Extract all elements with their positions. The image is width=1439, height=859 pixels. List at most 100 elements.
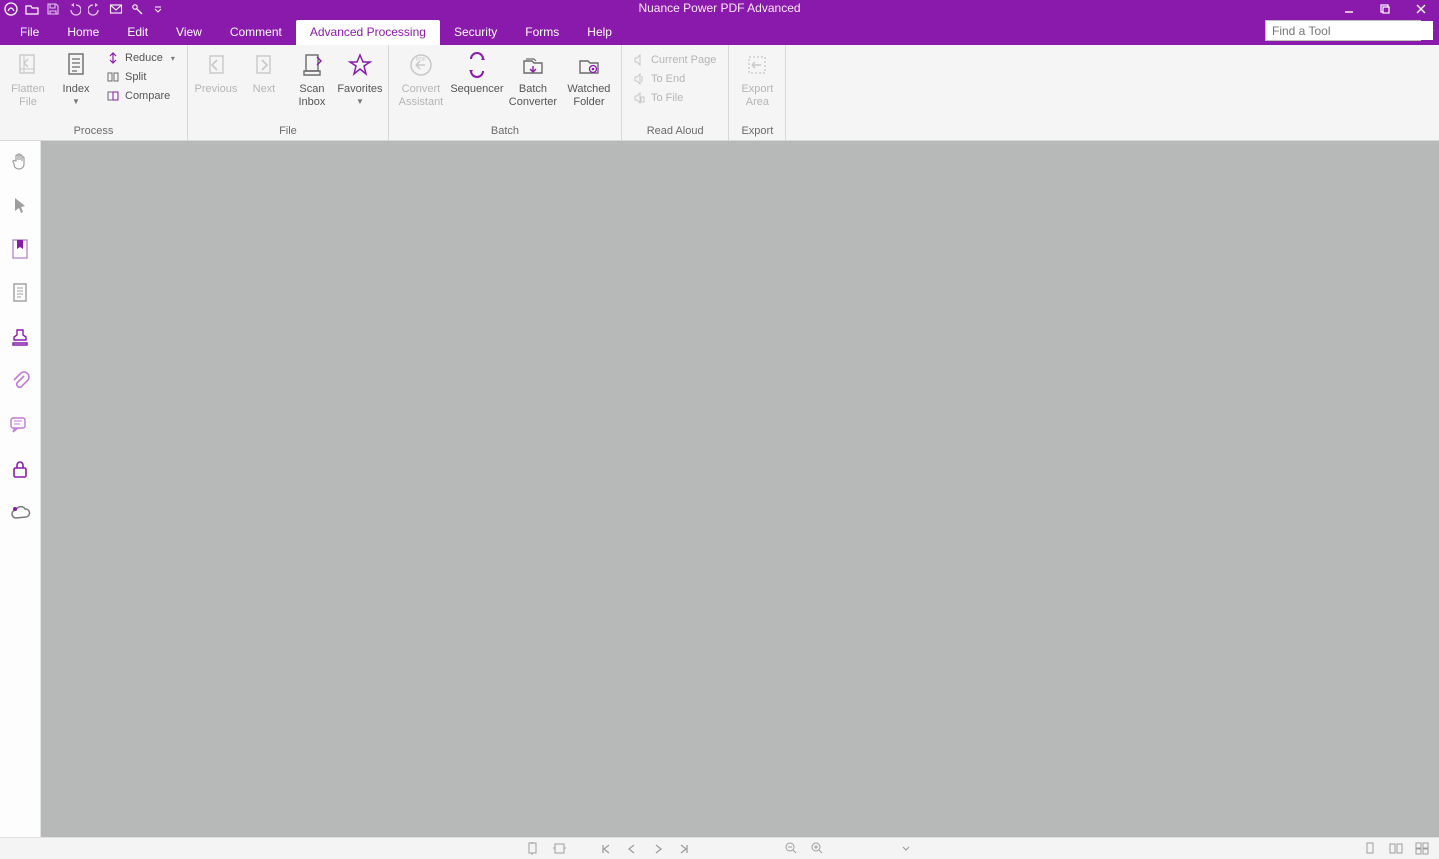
zoom-dropdown-icon[interactable] bbox=[899, 842, 913, 856]
quick-access-toolbar bbox=[0, 2, 165, 16]
minimize-button[interactable] bbox=[1331, 0, 1367, 18]
attachments-panel-icon[interactable] bbox=[8, 369, 32, 393]
group-label: Read Aloud bbox=[626, 123, 724, 140]
tab-view[interactable]: View bbox=[162, 20, 216, 45]
first-page-icon[interactable] bbox=[599, 842, 613, 856]
last-page-icon[interactable] bbox=[677, 842, 691, 856]
tab-security[interactable]: Security bbox=[440, 20, 511, 45]
work-area bbox=[0, 141, 1439, 837]
chevron-down-icon: ▼ bbox=[72, 97, 80, 106]
batch-converter-icon bbox=[517, 49, 549, 81]
tab-edit[interactable]: Edit bbox=[113, 20, 162, 45]
compare-icon bbox=[106, 89, 120, 103]
group-read-aloud: Current Page To End To File Read Aloud bbox=[622, 45, 729, 140]
stamp-panel-icon[interactable] bbox=[8, 325, 32, 349]
group-label: Export bbox=[733, 123, 781, 140]
convert-assistant-button[interactable]: PDF Convert Assistant bbox=[393, 47, 449, 109]
flatten-file-button[interactable]: Flatten File bbox=[4, 47, 52, 109]
continuous-view-icon[interactable] bbox=[1389, 842, 1403, 856]
close-button[interactable] bbox=[1403, 0, 1439, 18]
watched-folder-button[interactable]: Watched Folder bbox=[561, 47, 617, 109]
next-button[interactable]: Next bbox=[240, 47, 288, 96]
tab-forms[interactable]: Forms bbox=[511, 20, 573, 45]
document-canvas bbox=[41, 141, 1439, 837]
export-area-icon bbox=[741, 49, 773, 81]
app-title: Nuance Power PDF Advanced bbox=[638, 1, 800, 15]
save-icon[interactable] bbox=[46, 2, 60, 16]
security-panel-icon[interactable] bbox=[8, 457, 32, 481]
favorites-icon bbox=[344, 49, 376, 81]
pages-panel-icon[interactable] bbox=[8, 281, 32, 305]
zoom-in-icon[interactable] bbox=[811, 842, 825, 856]
favorites-button[interactable]: Favorites ▼ bbox=[336, 47, 384, 106]
convert-assistant-icon: PDF bbox=[405, 49, 437, 81]
collapse-ribbon-icon[interactable] bbox=[1423, 22, 1437, 36]
left-toolbar bbox=[0, 141, 41, 837]
ribbon: Flatten File Index ▼ Reduce ▾ Split bbox=[0, 45, 1439, 141]
batch-converter-button[interactable]: Batch Converter bbox=[505, 47, 561, 109]
watched-folder-icon bbox=[573, 49, 605, 81]
comments-panel-icon[interactable] bbox=[8, 413, 32, 437]
redo-icon[interactable] bbox=[88, 2, 102, 16]
open-icon[interactable] bbox=[25, 2, 39, 16]
current-page-button[interactable]: Current Page bbox=[628, 52, 720, 68]
cloud-panel-icon[interactable] bbox=[8, 501, 32, 525]
facing-view-icon[interactable] bbox=[1415, 842, 1429, 856]
group-batch: PDF Convert Assistant Sequencer Batch Co… bbox=[389, 45, 622, 140]
split-button[interactable]: Split bbox=[102, 69, 179, 85]
scan-inbox-button[interactable]: Scan Inbox bbox=[288, 47, 336, 109]
mail-icon[interactable] bbox=[109, 2, 123, 16]
group-file: Previous Next Scan Inbox Favorites ▼ Fil… bbox=[188, 45, 389, 140]
speak-end-icon bbox=[632, 72, 646, 86]
find-tool-box bbox=[1265, 20, 1421, 41]
svg-text:PDF: PDF bbox=[416, 57, 426, 63]
chevron-down-icon: ▼ bbox=[356, 97, 364, 106]
maximize-button[interactable] bbox=[1367, 0, 1403, 18]
app-logo-icon bbox=[4, 2, 18, 16]
tab-file[interactable]: File bbox=[6, 20, 53, 45]
zoom-out-icon[interactable] bbox=[785, 842, 799, 856]
to-end-button[interactable]: To End bbox=[628, 71, 720, 87]
scan-inbox-icon bbox=[296, 49, 328, 81]
split-icon bbox=[106, 70, 120, 84]
tool-icon[interactable] bbox=[130, 2, 144, 16]
speak-file-icon bbox=[632, 91, 646, 105]
titlebar: Nuance Power PDF Advanced bbox=[0, 0, 1439, 18]
tab-home[interactable]: Home bbox=[53, 20, 113, 45]
next-page-icon[interactable] bbox=[651, 842, 665, 856]
tabs-row: File Home Edit View Comment Advanced Pro… bbox=[0, 18, 1439, 45]
select-arrow-icon[interactable] bbox=[8, 193, 32, 217]
fit-width-icon[interactable] bbox=[553, 842, 567, 856]
group-process: Flatten File Index ▼ Reduce ▾ Split bbox=[0, 45, 188, 140]
tab-advanced-processing[interactable]: Advanced Processing bbox=[296, 20, 440, 45]
previous-button[interactable]: Previous bbox=[192, 47, 240, 96]
compare-button[interactable]: Compare bbox=[102, 88, 179, 104]
qat-dropdown-icon[interactable] bbox=[151, 2, 165, 16]
group-label: Batch bbox=[393, 123, 617, 140]
tab-comment[interactable]: Comment bbox=[216, 20, 296, 45]
ribbon-tabs: File Home Edit View Comment Advanced Pro… bbox=[0, 20, 626, 45]
next-doc-icon bbox=[248, 49, 280, 81]
reduce-button[interactable]: Reduce ▾ bbox=[102, 50, 179, 66]
bookmarks-panel-icon[interactable] bbox=[8, 237, 32, 261]
flatten-icon bbox=[12, 49, 44, 81]
find-tool-input[interactable] bbox=[1266, 21, 1433, 40]
status-view-modes bbox=[1363, 842, 1429, 856]
status-nav bbox=[527, 842, 913, 856]
chevron-down-icon: ▾ bbox=[171, 54, 175, 63]
export-area-button[interactable]: Export Area bbox=[733, 47, 781, 109]
fit-page-icon[interactable] bbox=[527, 842, 541, 856]
undo-icon[interactable] bbox=[67, 2, 81, 16]
group-export: Export Area Export bbox=[729, 45, 786, 140]
prev-page-icon[interactable] bbox=[625, 842, 639, 856]
index-button[interactable]: Index ▼ bbox=[52, 47, 100, 106]
single-page-view-icon[interactable] bbox=[1363, 842, 1377, 856]
speak-page-icon bbox=[632, 53, 646, 67]
to-file-button[interactable]: To File bbox=[628, 90, 720, 106]
sequencer-button[interactable]: Sequencer bbox=[449, 47, 505, 96]
group-label: File bbox=[192, 123, 384, 140]
tab-help[interactable]: Help bbox=[573, 20, 626, 45]
status-bar bbox=[0, 837, 1439, 859]
sequencer-icon bbox=[461, 49, 493, 81]
hand-tool-icon[interactable] bbox=[8, 149, 32, 173]
